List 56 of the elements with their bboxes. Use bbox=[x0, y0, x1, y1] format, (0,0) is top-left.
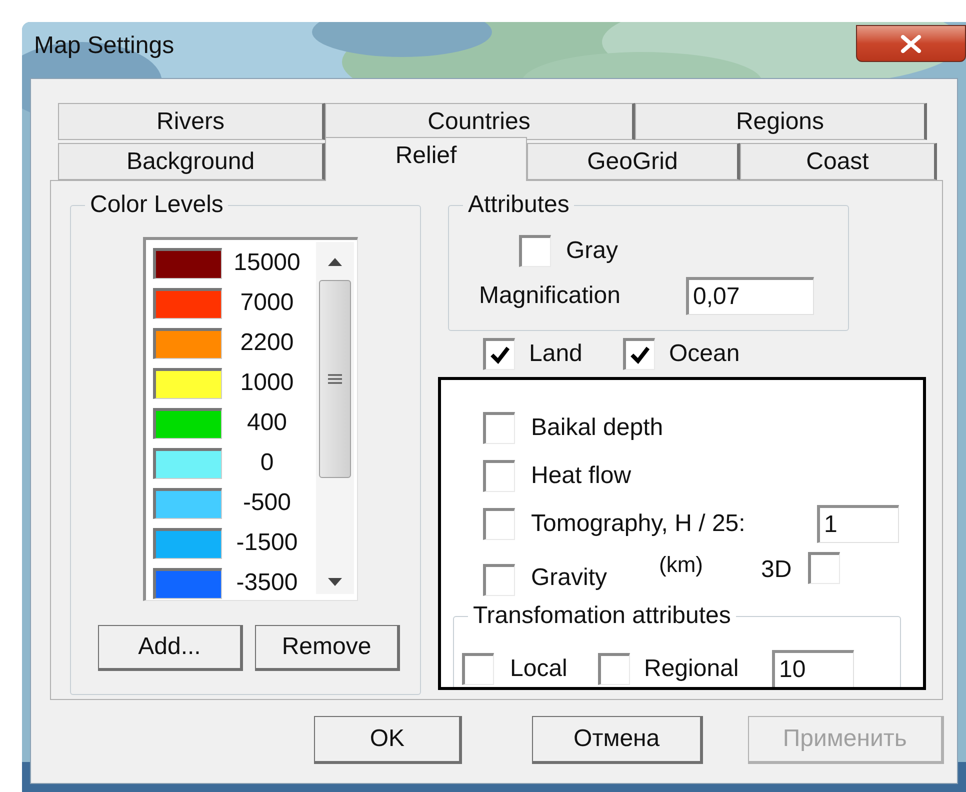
checkbox-label: Regional bbox=[644, 654, 740, 684]
color-level-list[interactable]: 15000 7000 2200 1000 400 0 -500 -1500 -3500 bbox=[143, 237, 358, 601]
level-value: 1000 bbox=[239, 368, 295, 398]
scrollbar[interactable] bbox=[316, 242, 354, 594]
level-value: -3500 bbox=[235, 568, 299, 598]
checkbox[interactable] bbox=[598, 653, 630, 685]
checkbox[interactable] bbox=[462, 653, 494, 685]
checkbox-label: Local bbox=[510, 654, 568, 684]
checkbox[interactable] bbox=[483, 460, 515, 492]
checkbox[interactable] bbox=[483, 412, 515, 444]
level-value: 400 bbox=[246, 408, 288, 438]
transformation-field[interactable]: 10 bbox=[772, 650, 854, 687]
unit-label: (km) bbox=[659, 551, 703, 579]
tomography-field[interactable]: 1 bbox=[817, 505, 899, 543]
checkbox-label: 3D bbox=[761, 555, 792, 585]
tab[interactable]: Rivers bbox=[58, 103, 325, 140]
checkbox-label: Land bbox=[529, 339, 584, 369]
check-icon bbox=[629, 345, 651, 365]
checkbox[interactable] bbox=[483, 564, 515, 596]
tab[interactable]: Relief bbox=[325, 137, 527, 181]
checkbox-label: Baikal depth bbox=[531, 413, 664, 443]
magnification-field[interactable]: 0,07 bbox=[686, 277, 814, 315]
tab[interactable]: Regions bbox=[635, 103, 927, 140]
checkbox[interactable] bbox=[808, 552, 840, 584]
checkbox-label: Gravity bbox=[531, 563, 608, 593]
tab[interactable]: Countries bbox=[325, 103, 635, 140]
dialog-button[interactable]: Add... bbox=[98, 625, 243, 671]
checkbox-label: Heat flow bbox=[531, 461, 632, 491]
close-icon bbox=[899, 34, 923, 52]
level-value: -500 bbox=[242, 488, 292, 518]
tab[interactable]: GeoGrid bbox=[527, 143, 740, 180]
checkbox[interactable] bbox=[519, 235, 551, 267]
checkbox-label: Ocean bbox=[669, 339, 740, 369]
dialog-button[interactable]: Отмена bbox=[532, 716, 703, 764]
checkbox[interactable] bbox=[483, 508, 515, 540]
window-title: Map Settings bbox=[34, 31, 174, 61]
level-value: 7000 bbox=[239, 288, 295, 318]
tab[interactable]: Coast bbox=[740, 143, 937, 180]
dialog-button[interactable]: OK bbox=[314, 716, 462, 764]
level-value: 2200 bbox=[239, 328, 295, 358]
level-value: 0 bbox=[259, 448, 275, 478]
checkbox[interactable] bbox=[623, 338, 655, 370]
dialog-button[interactable]: Remove bbox=[255, 625, 400, 671]
close-button[interactable] bbox=[856, 25, 966, 62]
scroll-up-icon[interactable] bbox=[328, 258, 342, 266]
checkbox-label: Gray bbox=[566, 236, 618, 266]
field-label: Magnification bbox=[479, 281, 622, 311]
grip-icon bbox=[328, 374, 342, 384]
level-value: -1500 bbox=[235, 528, 299, 558]
level-value: 15000 bbox=[232, 248, 302, 278]
checkbox[interactable] bbox=[483, 338, 515, 370]
scrollbar-thumb[interactable] bbox=[319, 280, 351, 478]
check-icon bbox=[489, 345, 511, 365]
scroll-down-icon[interactable] bbox=[328, 578, 342, 586]
tab[interactable]: Background bbox=[58, 143, 325, 180]
checkbox-label: Tomography, H / 25: bbox=[531, 509, 746, 539]
